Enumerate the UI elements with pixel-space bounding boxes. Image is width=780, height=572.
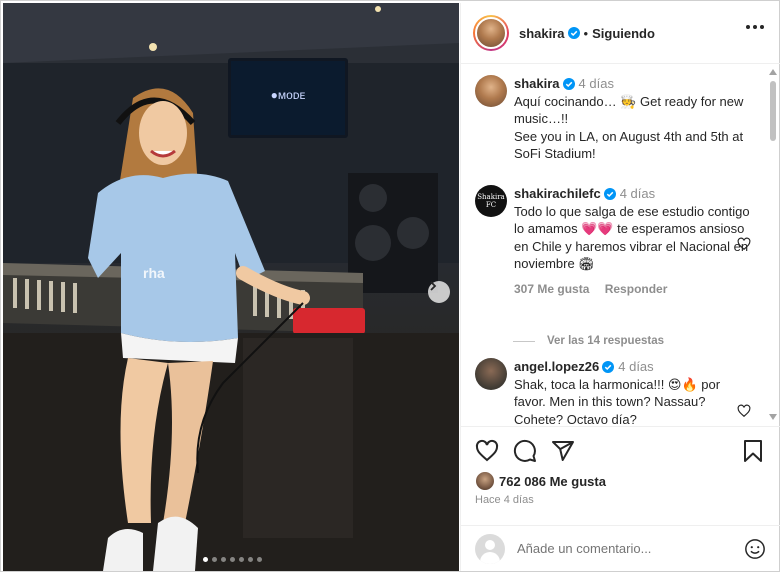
heart-icon[interactable] <box>737 237 751 251</box>
carousel-dot[interactable] <box>257 557 262 562</box>
verified-icon <box>567 27 580 39</box>
screen-logo: ●ᴍᴏᴅᴇ <box>271 88 306 102</box>
scroll-up-arrow[interactable] <box>769 69 777 75</box>
avatar[interactable] <box>475 358 507 390</box>
carousel-dot[interactable] <box>239 557 244 562</box>
current-user-avatar <box>475 533 505 564</box>
carousel-dot[interactable] <box>203 557 208 562</box>
comment-icon[interactable] <box>513 439 537 463</box>
post-photo[interactable]: ●ᴍᴏᴅᴇ rha <box>3 3 459 571</box>
comment-text: Shak, toca la harmonica!!! 😍🔥 por favor.… <box>514 376 721 426</box>
post-dialog: ●ᴍᴏᴅᴇ rha shakira • Siguiendo shakira 4 … <box>0 0 780 572</box>
post-side-panel: shakira • Siguiendo shakira 4 días Aquí c… <box>460 3 780 571</box>
comment-username[interactable]: shakira <box>514 76 560 91</box>
scroll-thumb[interactable] <box>770 81 776 141</box>
verified-icon <box>602 361 615 373</box>
emoji-icon[interactable] <box>744 538 766 560</box>
reply-button[interactable]: Responder <box>605 282 668 296</box>
caption-text: Aquí cocinando… 🧑‍🍳 Get ready for new mu… <box>514 93 744 162</box>
comment-item: Shakira FC shakirachilefc 4 días Todo lo … <box>475 185 765 325</box>
comments-list[interactable]: shakira 4 días Aquí cocinando… 🧑‍🍳 Get re… <box>461 65 769 425</box>
likes-count[interactable]: 762 086 Me gusta <box>475 471 606 491</box>
caption-item: shakira 4 días Aquí cocinando… 🧑‍🍳 Get re… <box>475 75 765 165</box>
chevron-right-icon <box>430 281 437 291</box>
heart-icon[interactable] <box>737 404 751 418</box>
carousel-dots <box>203 557 262 562</box>
comment-likes[interactable]: 307 Me gusta <box>514 282 589 296</box>
header-separator: • <box>583 25 589 41</box>
heart-icon[interactable] <box>475 439 499 463</box>
more-options-button[interactable] <box>746 25 764 29</box>
comment-time[interactable]: 4 días <box>618 359 653 374</box>
comment-text: Todo lo que salga de ese estudio contigo… <box>514 203 750 272</box>
comment-input[interactable] <box>517 541 727 556</box>
avatar <box>475 471 495 491</box>
comments-scrollbar[interactable] <box>768 67 777 422</box>
scroll-down-arrow[interactable] <box>769 414 777 420</box>
carousel-dot[interactable] <box>221 557 226 562</box>
carousel-dot[interactable] <box>212 557 217 562</box>
bookmark-icon[interactable] <box>742 439 764 463</box>
more-icon <box>746 25 750 29</box>
studio-photo-illustration: ●ᴍᴏᴅᴇ rha <box>3 3 459 571</box>
author-avatar[interactable] <box>473 15 509 51</box>
comment-username[interactable]: angel.lopez26 <box>514 359 599 374</box>
comment-time[interactable]: 4 días <box>620 186 655 201</box>
carousel-dot[interactable] <box>230 557 235 562</box>
comment-username[interactable]: shakirachilefc <box>514 186 601 201</box>
post-header: shakira • Siguiendo <box>461 3 780 64</box>
avatar[interactable] <box>475 75 507 107</box>
carousel-dot[interactable] <box>248 557 253 562</box>
view-replies-button[interactable]: Ver las 14 respuestas <box>513 335 664 347</box>
comment-time[interactable]: 4 días <box>579 76 614 91</box>
share-icon[interactable] <box>551 439 575 463</box>
comment-meta: 307 Me gusta Responder <box>514 281 754 299</box>
comment-item: angel.lopez26 4 días Shak, toca la harmon… <box>475 358 765 425</box>
post-time[interactable]: Hace 4 días <box>475 494 534 506</box>
author-username[interactable]: shakira <box>519 26 565 41</box>
add-comment-bar <box>461 525 780 571</box>
verified-icon <box>603 188 616 200</box>
following-button[interactable]: Siguiendo <box>592 26 655 41</box>
next-image-button[interactable] <box>428 281 450 303</box>
verified-icon <box>562 78 575 90</box>
avatar[interactable]: Shakira FC <box>475 185 507 217</box>
svg-text:rha: rha <box>143 265 165 281</box>
